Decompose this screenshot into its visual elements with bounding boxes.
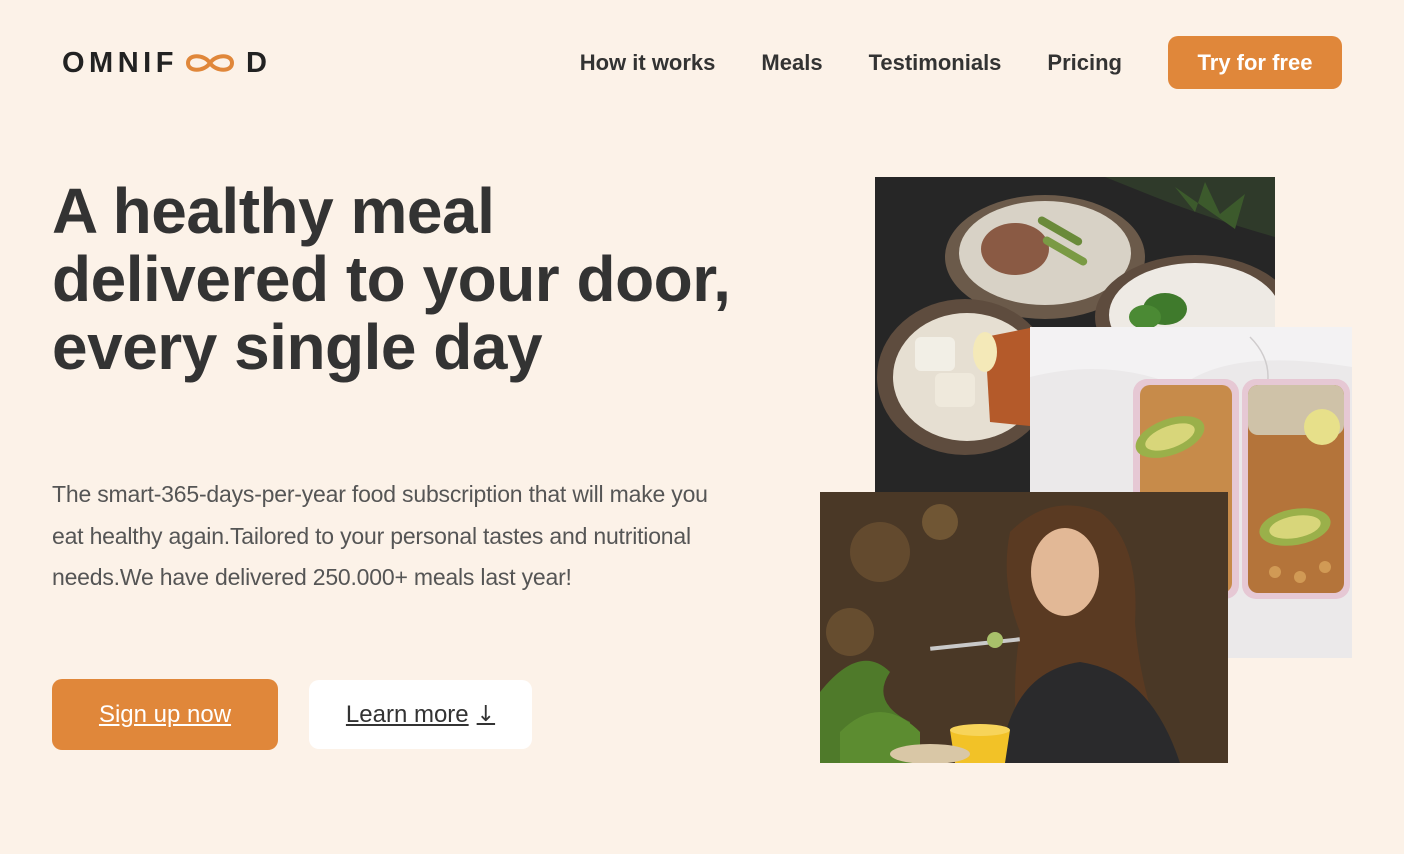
logo-text-right: D	[245, 46, 272, 79]
try-for-free-button[interactable]: Try for free	[1168, 36, 1342, 89]
logo[interactable]: OMNIF D	[62, 44, 271, 82]
sign-up-button[interactable]: Sign up now	[52, 679, 278, 750]
page: OMNIF D How it works Meals Testimonials …	[0, 0, 1404, 854]
logo-text-left: OMNIF	[62, 46, 178, 79]
hero-title: A healthy meal delivered to your door, e…	[52, 175, 731, 383]
nav-link-testimonials[interactable]: Testimonials	[869, 50, 1002, 76]
main-nav: How it works Meals Testimonials Pricing …	[580, 36, 1342, 89]
arrow-down-icon: ↓	[476, 702, 496, 727]
woman-eating-photo	[820, 492, 1228, 763]
learn-more-label: Learn more	[345, 700, 469, 728]
nav-link-pricing[interactable]: Pricing	[1047, 50, 1122, 76]
infinity-logo-icon	[180, 48, 240, 78]
nav-link-meals[interactable]: Meals	[761, 50, 822, 76]
learn-more-button[interactable]: Learn more ↓	[309, 680, 532, 749]
nav-link-how-it-works[interactable]: How it works	[580, 50, 716, 76]
hero-description: The smart-365-days-per-year food subscri…	[52, 481, 708, 590]
